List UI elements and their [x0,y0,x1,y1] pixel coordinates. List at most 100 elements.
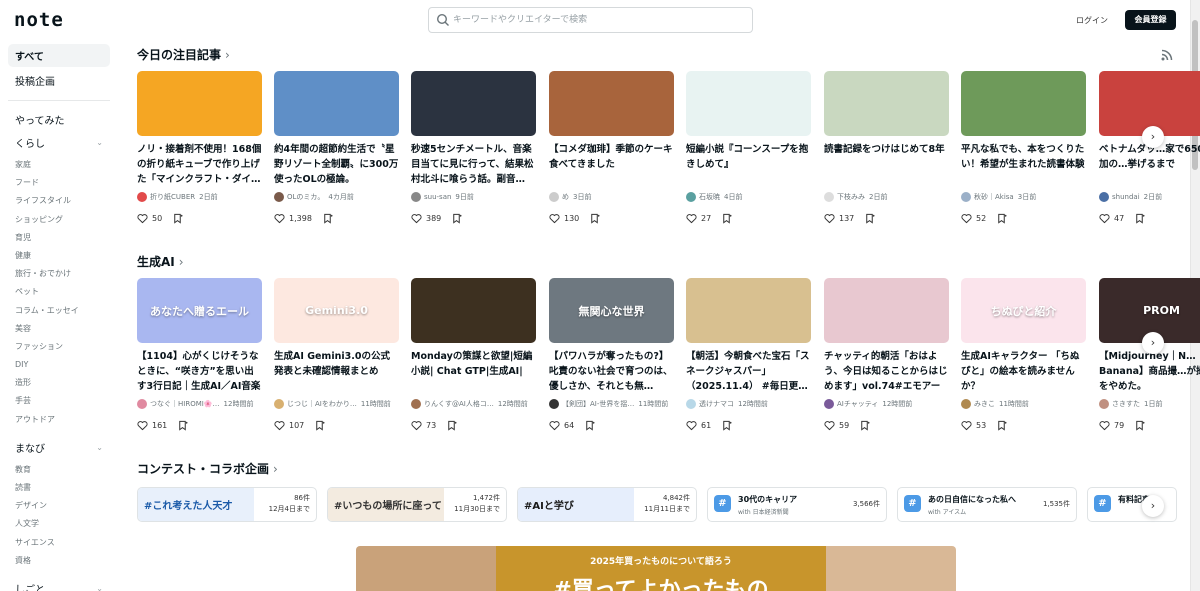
bookmark-add-icon[interactable] [721,213,732,224]
article-card[interactable]: 読書記録をつけはじめて8年 下枝みみ 2日前 137 [824,71,949,224]
article-title[interactable]: 生成AI Gemini3.0の公式発表と未確認情報まとめ [274,349,399,395]
sidebar-subitem[interactable]: フード [8,174,110,192]
bookmark-add-icon[interactable] [864,213,875,224]
article-card[interactable]: 無関心な世界【パワハラが奪ったもの?】叱責のない社会で育つのは、優しさか、それと… [549,278,674,431]
article-title[interactable]: 約4年間の超節約生活で〝星野リゾート全制覇〟に300万使ったOLの極論。 [274,142,399,188]
sidebar-subitem[interactable]: 美容 [8,320,110,338]
heart-icon[interactable] [274,420,285,431]
article-title[interactable]: 【パワハラが奪ったもの?】叱責のない社会で育つのは、優しさか、それとも無… [549,349,674,395]
avatar[interactable] [824,192,834,202]
carousel-next-button[interactable]: › [1142,495,1164,517]
avatar[interactable] [274,399,284,409]
article-card[interactable]: あなたへ贈るエール 【1104】心がくじけそうなときに、“咲き方”を思い出す3行日… [137,278,262,431]
sidebar-subitem[interactable]: 健康 [8,247,110,265]
sidebar-group-manabi[interactable]: まなび ⌄ [8,438,110,457]
sidebar-subitem[interactable]: ショッピング [8,211,110,229]
heart-icon[interactable] [274,213,285,224]
article-card[interactable]: 平凡な私でも、本をつくりたい！希望が生まれた読書体験 秋砂｜Akisa 3日前 52 [961,71,1086,224]
article-title[interactable]: 【コメダ珈琲】季節のケーキ食べてきました [549,142,674,188]
bookmark-add-icon[interactable] [446,420,457,431]
search-box[interactable] [428,7,753,33]
article-thumbnail[interactable] [549,71,674,136]
contest-card[interactable]: #これ考えた人天才 86件 12月4日まで [137,487,317,522]
avatar[interactable] [961,192,971,202]
article-title[interactable]: Mondayの策謀と欲望|短編小説| Chat GTP|生成AI| [411,349,536,395]
heart-icon[interactable] [137,420,148,431]
article-author[interactable]: 下枝みみ [837,192,865,202]
article-title[interactable]: 平凡な私でも、本をつくりたい！希望が生まれた読書体験 [961,142,1086,188]
bookmark-add-icon[interactable] [584,420,595,431]
avatar[interactable] [686,192,696,202]
article-title[interactable]: 短編小説『コーンスープを抱きしめて』 [686,142,811,188]
bookmark-add-icon[interactable] [589,213,600,224]
article-thumbnail[interactable]: あなたへ贈るエール [137,278,262,343]
avatar[interactable] [411,399,421,409]
sidebar-subitem[interactable]: 手芸 [8,392,110,410]
avatar[interactable] [549,192,559,202]
sidebar-subitem[interactable]: 家庭 [8,156,110,174]
article-card[interactable]: チャッティ的朝活「おはよう、今日は知ることからはじめます」vol.74#エモアー… [824,278,949,431]
avatar[interactable] [961,399,971,409]
heart-icon[interactable] [961,420,972,431]
avatar[interactable] [137,399,147,409]
avatar[interactable] [1099,399,1109,409]
article-author[interactable]: め [562,192,569,202]
avatar[interactable] [137,192,147,202]
bookmark-add-icon[interactable] [451,213,462,224]
article-title[interactable]: 【朝活】今朝食べた宝石「スネークジャスパー」（2025.11.4） #毎日更… [686,349,811,395]
sidebar-subitem[interactable]: サイエンス [8,534,110,552]
avatar[interactable] [411,192,421,202]
article-card[interactable]: 短編小説『コーンスープを抱きしめて』 石坂暁 4日前 27 [686,71,811,224]
heart-icon[interactable] [1099,420,1110,431]
avatar[interactable] [274,192,284,202]
article-author[interactable]: AIチャッティ [837,399,878,409]
article-author[interactable]: つなぐ｜HIROMI🌸… [150,399,220,409]
article-author[interactable]: 透けナマコ [699,399,734,409]
sidebar-subitem[interactable]: 育児 [8,229,110,247]
article-author[interactable]: 石坂暁 [699,192,720,202]
article-thumbnail[interactable] [411,71,536,136]
article-thumbnail[interactable]: ちぬぴと紹介 [961,278,1086,343]
heart-icon[interactable] [1099,213,1110,224]
bookmark-add-icon[interactable] [996,213,1007,224]
article-card[interactable]: Gemini3.0 生成AI Gemini3.0の公式発表と未確認情報まとめじつじ… [274,278,399,431]
article-author[interactable]: じつじ｜AIをわかり… [287,399,357,409]
avatar[interactable] [549,399,559,409]
sidebar-group-kurashi[interactable]: くらし ⌄ [8,133,110,152]
article-author[interactable]: みきこ [974,399,995,409]
article-card[interactable]: Mondayの策謀と欲望|短編小説| Chat GTP|生成AI| りんくす@AI… [411,278,536,431]
sidebar-subitem[interactable]: 旅行・おでかけ [8,265,110,283]
article-title[interactable]: 読書記録をつけはじめて8年 [824,142,949,188]
carousel-next-button[interactable]: › [1142,126,1164,148]
sidebar-subitem[interactable]: 読書 [8,479,110,497]
avatar[interactable] [686,399,696,409]
sidebar-subitem[interactable]: 教育 [8,461,110,479]
article-card[interactable]: 【コメダ珈琲】季節のケーキ食べてきましため 3日前 130 [549,71,674,224]
article-title[interactable]: 生成AIキャラクター 「ちぬぴと」の絵本を読みませんか？ [961,349,1086,395]
sidebar-subitem[interactable]: 造形 [8,374,110,392]
article-thumbnail[interactable]: 無関心な世界 [549,278,674,343]
article-thumbnail[interactable] [824,278,949,343]
article-thumbnail[interactable]: Gemini3.0 [274,278,399,343]
sidebar-item-posting-projects[interactable]: 投稿企画 [8,69,110,92]
sidebar-subitem[interactable]: ペット [8,283,110,301]
login-link[interactable]: ログイン [1076,15,1108,26]
heart-icon[interactable] [411,213,422,224]
article-author[interactable]: さきすた [1112,399,1140,409]
sidebar-subitem[interactable]: デザイン [8,497,110,515]
rss-icon[interactable] [1161,49,1173,61]
article-author[interactable]: OLのミカ。 [287,192,324,202]
article-title[interactable]: チャッティ的朝活「おはよう、今日は知ることからはじめます」vol.74#エモアー… [824,349,949,395]
bookmark-add-icon[interactable] [721,420,732,431]
article-thumbnail[interactable] [824,71,949,136]
search-input[interactable] [453,10,743,30]
article-title[interactable]: 【Midjourney｜N…Banana】商品撮…が撮影をやめた。 [1099,349,1200,395]
avatar[interactable] [824,399,834,409]
sidebar-group-shigoto[interactable]: しごと ⌄ [8,579,110,591]
heart-icon[interactable] [961,213,972,224]
article-thumbnail[interactable] [686,278,811,343]
article-author[interactable]: shundai [1112,193,1140,201]
article-author[interactable]: 折り紙CUBER [150,192,195,202]
heart-icon[interactable] [686,420,697,431]
sidebar-subitem[interactable]: コラム・エッセイ [8,302,110,320]
